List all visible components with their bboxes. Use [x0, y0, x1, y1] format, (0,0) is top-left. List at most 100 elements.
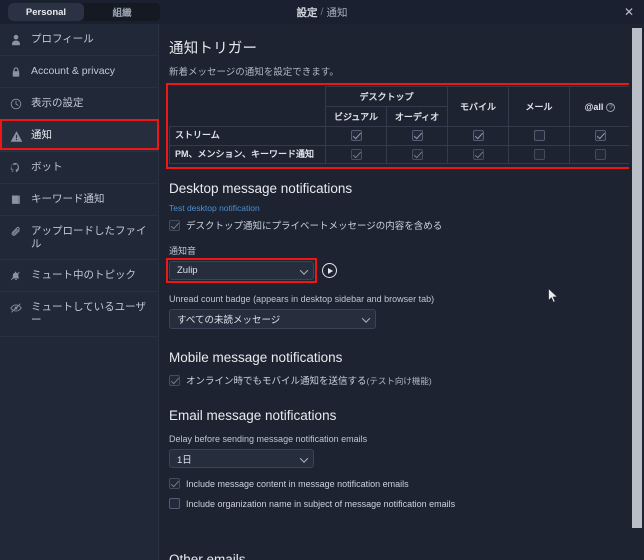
- cell-pm-visual[interactable]: [325, 144, 387, 165]
- label-online-push-note: (テスト向け機能): [366, 376, 432, 387]
- warning-triangle-icon: [9, 129, 23, 143]
- sidebar-item-label: キーワード通知: [31, 193, 105, 205]
- tab-personal-label: Personal: [25, 6, 67, 18]
- window-titlebar: Personal 組織 設定 / 通知 ✕: [0, 0, 644, 24]
- setting-include-organization-name[interactable]: Include organization name in subject of …: [169, 498, 632, 510]
- select-notification-sound-value: Zulip: [177, 265, 198, 277]
- label-notification-sound: 通知音: [169, 246, 197, 257]
- page-subtitle: 新着メッセージの通知を設定できます。: [169, 67, 339, 78]
- select-email-delay[interactable]: 1日: [169, 449, 314, 469]
- breadcrumb-sub: 通知: [326, 6, 348, 19]
- label-unread-count-badge: Unread count badge (appears in desktop s…: [169, 294, 435, 305]
- checkbox-online-push-notifications[interactable]: [169, 374, 180, 386]
- settings-scope-tabs: Personal 組織: [8, 3, 160, 21]
- select-email-delay-value: 1日: [177, 454, 192, 466]
- help-icon[interactable]: ?: [606, 102, 616, 112]
- settings-modal: Personal 組織 設定 / 通知 ✕ プロフィール Account & p…: [0, 0, 644, 560]
- setting-include-pm-content[interactable]: デスクトップ通知にプライベートメッセージの内容を含める: [169, 218, 632, 232]
- cell-stream-audio[interactable]: [385, 126, 449, 146]
- cell-stream-mobile[interactable]: [447, 126, 510, 146]
- checkbox-pm-mobile[interactable]: [472, 149, 484, 161]
- close-glyph: ✕: [623, 5, 635, 19]
- checkbox-stream-email[interactable]: [533, 130, 545, 142]
- checkbox-pm-desktop-audio[interactable]: [411, 149, 423, 161]
- test-desktop-notification-link[interactable]: Test desktop notification: [169, 203, 632, 213]
- cell-pm-mobile[interactable]: [447, 144, 510, 165]
- cell-pm-audio[interactable]: [385, 144, 449, 165]
- checkbox-pm-email[interactable]: [533, 149, 545, 161]
- notification-settings-panel: 通知トリガー 新着メッセージの通知を設定できます。 デスクトップ モバイル メー…: [159, 24, 644, 560]
- close-icon[interactable]: ✕: [622, 5, 636, 19]
- sidebar-item-alert-words[interactable]: キーワード通知: [0, 184, 158, 216]
- settings-sidebar: プロフィール Account & privacy 表示の設定 通知 ボット キー…: [0, 24, 159, 560]
- chevron-down-icon: [299, 454, 309, 463]
- table-row: PM、メンション、キーワード通知: [169, 144, 632, 165]
- checkbox-stream-at-all[interactable]: [594, 130, 606, 142]
- label-include-organization-name: Include organization name in subject of …: [186, 498, 456, 509]
- label-include-pm-content: デスクトップ通知にプライベートメッセージの内容を含める: [186, 221, 443, 233]
- sidebar-item-display-settings[interactable]: 表示の設定: [0, 88, 158, 120]
- sidebar-item-label: プロフィール: [31, 33, 94, 45]
- tab-personal[interactable]: Personal: [8, 3, 84, 21]
- user-icon: [9, 33, 23, 47]
- row-label-pm-mention-alert: PM、メンション、キーワード通知: [169, 144, 326, 165]
- page-title: 通知トリガー: [169, 41, 258, 57]
- sidebar-item-bots[interactable]: ボット: [0, 152, 158, 184]
- checkbox-stream-desktop-visual[interactable]: [350, 130, 362, 142]
- tab-organization-label: 組織: [112, 8, 132, 19]
- notification-sound-row: Zulip: [166, 258, 632, 284]
- notification-trigger-table-wrapper: デスクトップ モバイル メール @all? ビジュアル オーディオ ストリーム …: [166, 83, 633, 169]
- sidebar-item-label: ミュート中のトピック: [31, 269, 136, 282]
- label-email-delay: Delay before sending message notificatio…: [169, 434, 368, 445]
- bot-icon: [9, 161, 23, 175]
- checkbox-stream-mobile[interactable]: [472, 130, 484, 142]
- label-include-message-content: Include message content in message notif…: [186, 478, 409, 489]
- select-unread-count-badge[interactable]: すべての未読メッセージ: [169, 309, 376, 330]
- sidebar-item-label: 通知: [31, 129, 52, 141]
- sidebar-item-label: ミュートしているユーザー: [31, 301, 146, 327]
- checkbox-pm-desktop-visual[interactable]: [350, 149, 362, 161]
- sidebar-item-muted-users[interactable]: ミュートしているユーザー: [0, 292, 158, 337]
- notification-trigger-table: デスクトップ モバイル メール @all? ビジュアル オーディオ ストリーム …: [169, 86, 632, 165]
- cell-stream-visual[interactable]: [325, 126, 387, 146]
- sidebar-item-uploaded-files[interactable]: アップロードしたファイル: [0, 216, 158, 261]
- cell-pm-email[interactable]: [508, 144, 571, 165]
- checkbox-include-organization-name[interactable]: [169, 498, 180, 510]
- scrollbar-track[interactable]: [629, 24, 644, 560]
- column-mobile: モバイル: [447, 86, 510, 127]
- cell-pm-atall[interactable]: [569, 144, 632, 165]
- select-notification-sound[interactable]: Zulip: [169, 261, 314, 281]
- tab-organization[interactable]: 組織: [84, 3, 160, 21]
- paperclip-icon: [9, 225, 23, 239]
- sidebar-item-profile[interactable]: プロフィール: [0, 24, 158, 56]
- section-title-mobile: Mobile message notifications: [169, 350, 343, 366]
- play-icon[interactable]: [322, 263, 337, 279]
- cell-stream-atall[interactable]: [569, 126, 632, 146]
- checkbox-stream-desktop-audio[interactable]: [411, 130, 423, 142]
- table-corner-cell: [169, 86, 326, 127]
- chevron-down-icon: [361, 314, 371, 324]
- column-desktop-visual: ビジュアル: [325, 106, 387, 127]
- book-icon: [9, 193, 23, 207]
- setting-include-message-content[interactable]: Include message content in message notif…: [169, 478, 632, 490]
- column-email: メール: [508, 86, 571, 127]
- sidebar-item-account-privacy[interactable]: Account & privacy: [0, 56, 158, 88]
- checkbox-include-message-content[interactable]: [169, 478, 180, 490]
- setting-online-push-notifications[interactable]: オンライン時でもモバイル通知を送信する(テスト向け機能): [169, 373, 632, 387]
- breadcrumb-separator: /: [320, 6, 324, 18]
- sidebar-item-label: Account & privacy: [31, 65, 116, 77]
- section-title-email: Email message notifications: [169, 408, 337, 424]
- label-online-push-text: オンライン時でもモバイル通知を送信する: [186, 376, 367, 388]
- column-at-all-label: @all: [584, 101, 604, 112]
- checkbox-include-pm-content[interactable]: [169, 219, 180, 231]
- checkbox-pm-at-all[interactable]: [594, 149, 606, 161]
- table-row: ストリーム: [169, 126, 632, 146]
- muted-bell-icon: [9, 269, 23, 283]
- sidebar-item-muted-topics[interactable]: ミュート中のトピック: [0, 260, 158, 293]
- cell-stream-email[interactable]: [508, 126, 571, 146]
- row-label-streams: ストリーム: [169, 126, 326, 146]
- eye-slash-icon: [9, 301, 23, 315]
- sidebar-item-notifications[interactable]: 通知: [0, 120, 158, 152]
- breadcrumb-main: 設定: [296, 6, 318, 19]
- scrollbar-thumb[interactable]: [632, 28, 642, 528]
